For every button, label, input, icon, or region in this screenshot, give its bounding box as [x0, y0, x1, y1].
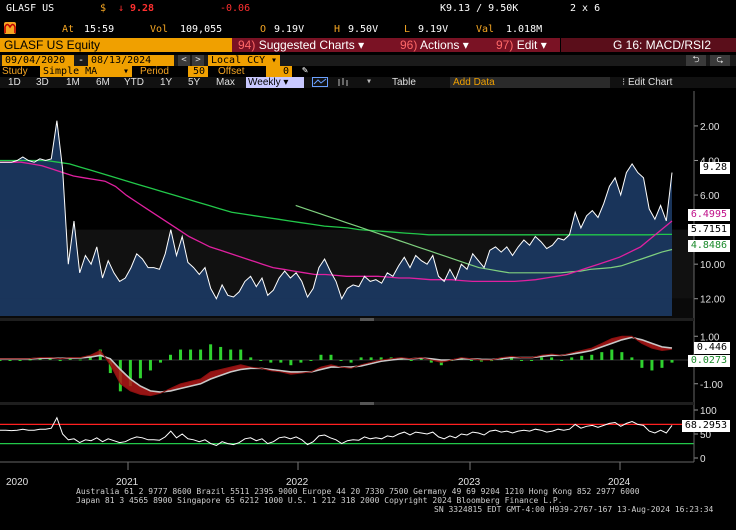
- ma-mid-tag: 5.7151: [687, 224, 730, 236]
- footer-contacts-1: Australia 61 2 9777 8600 Brazil 5511 239…: [76, 487, 640, 496]
- macd-histogram-bar: [660, 360, 664, 368]
- macd-histogram-bar: [279, 360, 283, 363]
- panel-divider-handle: [360, 402, 374, 405]
- macd-histogram-bar: [299, 360, 303, 363]
- chart-area: 12.0010.008.006.004.002.001.00-1.0010050…: [0, 91, 725, 488]
- macd-histogram-bar: [329, 354, 333, 360]
- price-tick-label: 12.00: [700, 295, 725, 306]
- macd-histogram-bar: [570, 357, 574, 360]
- macd-histogram-bar: [199, 349, 203, 360]
- price-tick-label: 2.00: [700, 122, 720, 133]
- macd-histogram-bar: [409, 360, 413, 361]
- macd-histogram-bar: [309, 360, 313, 361]
- macd-histogram-bar: [249, 357, 253, 360]
- macd-histogram-bar: [8, 360, 12, 361]
- macd-histogram-bar: [239, 349, 243, 360]
- macd-histogram-bar: [169, 354, 173, 360]
- macd-histogram-bar: [630, 357, 634, 360]
- macd-histogram-bar: [48, 358, 52, 360]
- macd-histogram-bar: [0, 360, 2, 361]
- macd-histogram-bar: [640, 360, 644, 368]
- macd-histogram-bar: [359, 357, 363, 360]
- macd-signal-tag: 0.0273: [687, 355, 730, 367]
- macd-histogram-bar: [138, 360, 142, 379]
- rsi-tick-label: 0: [700, 454, 706, 465]
- macd-histogram-bar: [78, 359, 82, 361]
- macd-histogram-bar: [148, 360, 152, 371]
- macd-histogram-bar: [590, 354, 594, 360]
- macd-histogram-bar: [550, 357, 554, 360]
- macd-histogram-bar: [269, 360, 273, 363]
- footer-session: SN 3324815 EDT GMT-4:00 H939-2767-167 13…: [434, 505, 714, 514]
- macd-histogram-bar: [670, 360, 674, 363]
- macd-histogram-bar: [259, 360, 263, 361]
- panel-divider: [0, 318, 694, 321]
- macd-histogram-bar: [520, 360, 524, 361]
- panel-divider: [0, 402, 694, 405]
- macd-histogram-bar: [580, 355, 584, 360]
- price-tick-label: 6.00: [700, 191, 720, 202]
- macd-histogram-bar: [349, 360, 353, 363]
- macd-tag: 0.446: [693, 342, 730, 354]
- macd-histogram-bar: [560, 360, 564, 361]
- macd-histogram-bar: [369, 357, 373, 360]
- macd-histogram-bar: [209, 344, 213, 360]
- footer-contacts-2: Japan 81 3 4565 8900 Singapore 65 6212 1…: [76, 496, 563, 505]
- macd-histogram-bar: [339, 360, 343, 361]
- macd-histogram-bar: [540, 357, 544, 360]
- macd-histogram-bar: [179, 349, 183, 360]
- ma-slow-tag: 4.8486: [687, 240, 730, 252]
- price-tick-label: 10.00: [700, 260, 725, 271]
- macd-histogram-bar: [530, 360, 534, 361]
- last-price-tag: 9.28: [699, 162, 730, 174]
- macd-histogram-bar: [469, 360, 473, 361]
- macd-histogram-bar: [58, 360, 62, 362]
- macd-histogram-bar: [18, 360, 22, 361]
- macd-histogram-bar: [289, 360, 293, 366]
- macd-histogram-bar: [28, 359, 32, 361]
- macd-histogram-bar: [610, 349, 614, 360]
- macd-histogram-bar: [650, 360, 654, 371]
- rsi-tag: 68.2953: [681, 420, 730, 432]
- macd-tick-label: -1.00: [700, 380, 723, 391]
- macd-histogram-bar: [419, 358, 423, 360]
- macd-histogram-bar: [600, 352, 604, 360]
- macd-histogram-bar: [189, 349, 193, 360]
- macd-histogram-bar: [620, 352, 624, 360]
- macd-histogram-bar: [219, 346, 223, 360]
- panel-divider-handle: [360, 318, 374, 321]
- macd-histogram-bar: [158, 360, 162, 363]
- ma-fast-tag: 6.4995: [687, 209, 730, 221]
- year-label: 2020: [6, 477, 29, 488]
- macd-histogram-bar: [229, 349, 233, 360]
- macd-histogram-bar: [319, 354, 323, 360]
- rsi-tick-label: 100: [700, 406, 717, 417]
- macd-histogram-bar: [68, 358, 72, 360]
